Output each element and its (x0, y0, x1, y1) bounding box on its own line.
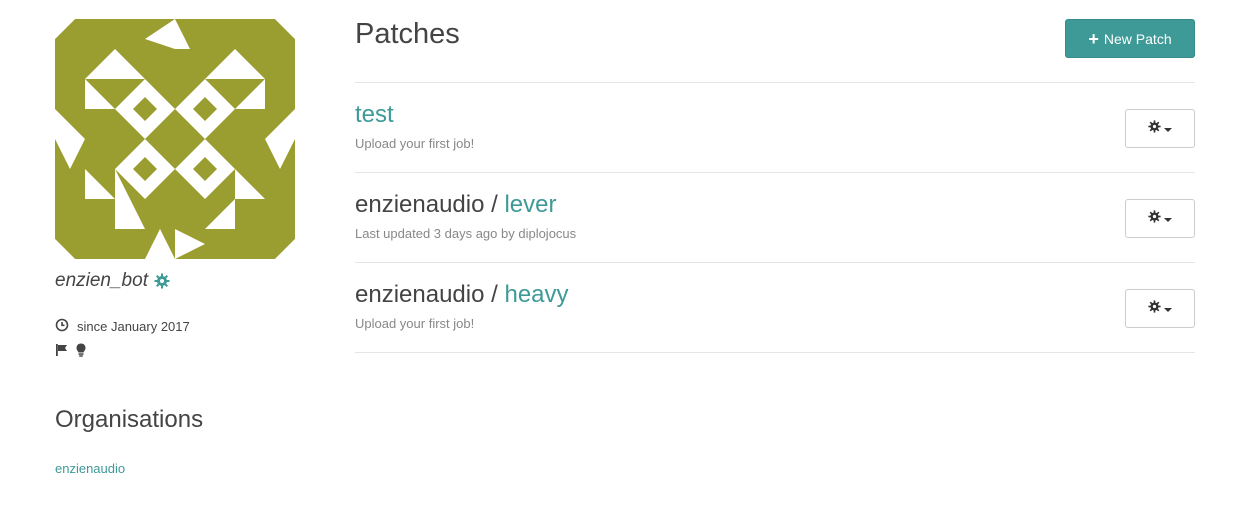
organisation-link-enzienaudio[interactable]: enzienaudio (55, 461, 125, 476)
patch-link[interactable]: test (355, 101, 394, 128)
patch-title: enzienaudio / lever (355, 191, 557, 219)
patch-subtitle: Upload your first job! (355, 136, 475, 151)
patch-subtitle: Upload your first job! (355, 316, 475, 331)
patch-owner[interactable]: enzienaudio (355, 281, 484, 308)
username: enzien_bot (55, 270, 148, 291)
patch-link[interactable]: heavy (504, 281, 568, 308)
caret-down-icon (1164, 217, 1172, 222)
patch-owner[interactable]: enzienaudio (355, 191, 484, 218)
page-title: Patches (355, 18, 460, 50)
lightbulb-icon (75, 343, 87, 362)
avatar (55, 19, 295, 259)
plus-icon: + (1088, 28, 1099, 49)
caret-down-icon (1164, 127, 1172, 132)
patch-separator: / (484, 281, 505, 308)
patch-settings-button[interactable] (1125, 199, 1195, 238)
patch-link[interactable]: lever (504, 191, 556, 218)
gear-icon[interactable] (154, 273, 170, 289)
gear-icon (1148, 119, 1161, 138)
clock-icon (55, 318, 69, 335)
list-item: enzienaudio / heavy Upload your first jo… (355, 263, 1195, 353)
patch-list: test Upload your first job! enzienaudio … (355, 82, 1195, 353)
list-item: test Upload your first job! (355, 83, 1195, 173)
badges (55, 343, 87, 362)
organisations-heading: Organisations (55, 406, 204, 433)
list-item: enzienaudio / lever Last updated 3 days … (355, 173, 1195, 263)
caret-down-icon (1164, 307, 1172, 312)
gear-icon (1148, 209, 1161, 228)
patch-separator: / (484, 191, 505, 218)
flag-icon (55, 343, 69, 362)
patch-settings-button[interactable] (1125, 289, 1195, 328)
gear-icon (1148, 299, 1161, 318)
new-patch-label: New Patch (1103, 30, 1172, 47)
patch-settings-button[interactable] (1125, 109, 1195, 148)
patch-title: test (355, 101, 394, 129)
patch-title: enzienaudio / heavy (355, 281, 569, 309)
new-patch-button[interactable]: + New Patch (1065, 19, 1195, 58)
patch-subtitle: Last updated 3 days ago by diplojocus (355, 226, 577, 241)
profile-name-row: enzien_bot (55, 270, 170, 292)
member-since: since January 2017 (55, 318, 190, 335)
since-text: since January 2017 (77, 319, 190, 334)
